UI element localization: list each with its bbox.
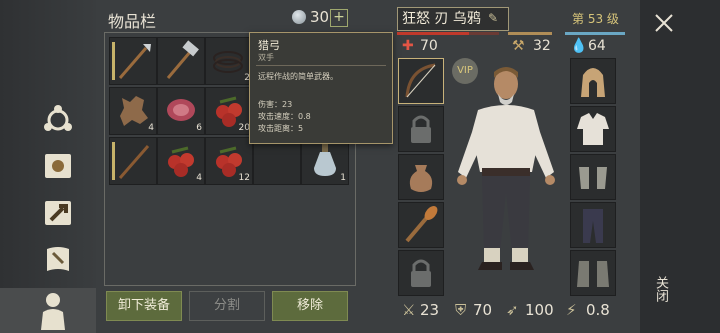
hood-icon (581, 68, 605, 97)
tooltip-item-type: 双手 (258, 53, 274, 62)
slot-count: 4 (148, 123, 154, 133)
bag-icon (409, 165, 433, 192)
left-rail (0, 0, 96, 333)
inventory-slot-rope[interactable]: 2 (205, 37, 253, 85)
building-icon[interactable] (38, 193, 78, 233)
inventory-slot-berries[interactable]: 20 (205, 87, 253, 135)
close-icon[interactable] (653, 12, 675, 34)
health-bar (397, 32, 469, 35)
crafting-icon[interactable] (38, 100, 78, 140)
health-bar-empty (469, 32, 499, 35)
character-model (457, 67, 555, 270)
slot-count: 12 (238, 173, 250, 183)
currency-count: 30 (310, 8, 330, 26)
split-button[interactable]: 分割 (189, 291, 265, 321)
health-value: 70 (420, 38, 438, 54)
inventory-slot-raw-meat[interactable]: 6 (157, 87, 205, 135)
armor-value: 70 (473, 301, 493, 319)
tooltip-description: 远程作战的简单武器。 (258, 72, 338, 81)
tooltip-stat-damage: 伤害：23 (258, 100, 293, 109)
boots-icon (577, 261, 609, 287)
skills-book-icon[interactable] (38, 146, 78, 186)
remove-button[interactable]: 移除 (272, 291, 348, 321)
equip-slot-head[interactable] (570, 58, 616, 104)
tooltip-item-name: 猎弓 (258, 39, 280, 52)
attack-speed-value: 0.8 (586, 301, 610, 319)
bow-icon (405, 63, 436, 98)
lock-icon (411, 259, 431, 287)
equip-slot-locked (398, 106, 444, 152)
gloves-icon (579, 167, 607, 189)
hunger-bar (508, 32, 552, 35)
close-button[interactable]: 关闭 (653, 276, 670, 302)
equip-slot-main-hand[interactable] (398, 58, 444, 104)
pants-icon (583, 209, 603, 243)
health-icon: ✚ (402, 38, 414, 54)
thirst-value: 64 (588, 38, 606, 54)
inventory-slot-leather[interactable]: 4 (109, 87, 157, 135)
hammer-icon (166, 40, 199, 79)
character-level: 第 53 级 (572, 12, 619, 26)
equip-slot-feet[interactable] (570, 250, 616, 296)
edit-name-icon[interactable]: ✎ (488, 11, 498, 25)
attack-speed-icon: ⚡ (566, 301, 577, 319)
speed-value: 100 (525, 301, 554, 319)
slot-count: 6 (196, 123, 202, 133)
slot-count: 1 (340, 173, 346, 183)
equip-slot-chest[interactable] (570, 106, 616, 152)
speed-icon: ➶ (506, 301, 519, 319)
inventory-slot-empty[interactable] (253, 137, 301, 185)
inventory-slot-berries[interactable]: 12 (205, 137, 253, 185)
equip-slot-hands[interactable] (570, 154, 616, 200)
shirt-icon (577, 113, 609, 145)
spear-icon (118, 44, 151, 79)
armor-icon: ⛨ (455, 301, 467, 319)
equip-slot-bag[interactable] (398, 154, 444, 200)
slot-count: 4 (196, 173, 202, 183)
add-currency-button[interactable]: + (330, 9, 348, 27)
damage-value: 23 (420, 301, 440, 319)
inventory-slot-stick[interactable] (109, 137, 157, 185)
thirst-icon: 💧 (570, 38, 588, 54)
unequip-button[interactable]: 卸下装备 (106, 291, 182, 321)
stick-icon (118, 145, 150, 179)
coin-icon (292, 10, 306, 24)
equip-slot-locked (398, 250, 444, 296)
character-tab[interactable] (0, 288, 96, 333)
equip-slot-legs[interactable] (570, 202, 616, 248)
hunger-icon: ⚒ (512, 38, 525, 54)
map-scroll-icon[interactable] (38, 240, 78, 280)
hunger-value: 32 (533, 38, 551, 54)
thirst-bar (565, 32, 625, 35)
inventory-title: 物品栏 (108, 12, 157, 31)
item-tooltip: 猎弓 双手 远程作战的简单武器。 伤害：23 攻击速度：0.8 攻击距离：5 (249, 32, 393, 144)
club-icon (405, 206, 438, 243)
inventory-slot-hammer[interactable] (157, 37, 205, 85)
tooltip-stat-attack-speed: 攻击速度：0.8 (258, 112, 311, 121)
character-icon (41, 293, 65, 330)
inventory-slot-spear[interactable] (109, 37, 157, 85)
tooltip-stat-range: 攻击距离：5 (258, 124, 304, 133)
inventory-slot-berries[interactable]: 4 (157, 137, 205, 185)
tooltip-divider (256, 65, 386, 66)
lock-icon (411, 115, 431, 143)
inventory-slot-potion[interactable]: 1 (301, 137, 349, 185)
equip-slot-off-hand[interactable] (398, 202, 444, 248)
damage-icon: ⚔ (402, 301, 416, 319)
